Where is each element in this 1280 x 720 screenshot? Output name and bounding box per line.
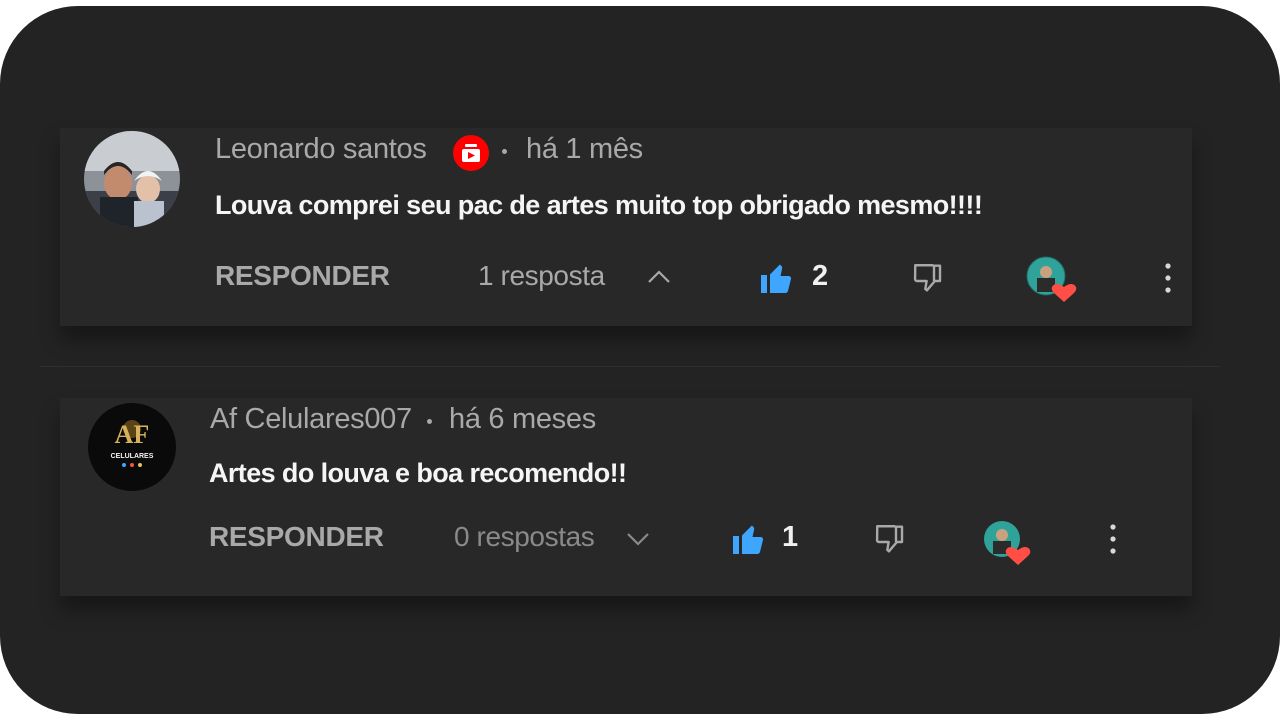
comment-divider — [40, 366, 1220, 367]
commenter-avatar[interactable] — [84, 131, 180, 227]
youtube-badge-icon — [453, 135, 489, 171]
thumbs-down-icon[interactable] — [910, 260, 946, 296]
more-vert-icon[interactable] — [1101, 521, 1125, 557]
comment-text: Louva comprei seu pac de artes muito top… — [215, 190, 983, 220]
comments-panel: Leonardo santos há 1 mês Louva comprei s… — [0, 6, 1280, 714]
comment-timestamp[interactable]: há 1 mês — [526, 133, 643, 166]
commenter-avatar[interactable]: AF CELULARES — [88, 403, 176, 491]
avatar-photo — [84, 131, 180, 227]
creator-heart-icon — [984, 521, 1031, 565]
avatar-logo: AF CELULARES — [88, 403, 176, 491]
avatar-initials: AF — [115, 420, 150, 449]
reply-button[interactable]: RESPONDER — [215, 260, 390, 292]
thumbs-down-icon[interactable] — [872, 521, 908, 557]
view-replies-toggle[interactable]: 1 resposta — [478, 260, 605, 292]
thumbs-up-icon[interactable] — [730, 521, 766, 557]
comment-author[interactable]: Af Celulares007 — [210, 403, 412, 436]
view-replies-toggle[interactable]: 0 respostas — [454, 521, 595, 553]
reply-button[interactable]: RESPONDER — [209, 521, 384, 553]
like-count: 1 — [782, 521, 799, 553]
like-count: 2 — [812, 260, 829, 292]
comment-text: Artes do louva e boa recomendo!! — [209, 458, 627, 488]
chevron-up-icon[interactable] — [646, 267, 672, 287]
more-vert-icon[interactable] — [1156, 260, 1180, 296]
creator-heart-icon — [1026, 256, 1077, 302]
separator-dot — [427, 419, 432, 424]
thumbs-up-icon[interactable] — [758, 260, 794, 296]
comment-author[interactable]: Leonardo santos — [215, 133, 427, 166]
avatar-brand-text: CELULARES — [111, 453, 154, 460]
separator-dot — [502, 149, 507, 154]
comment-timestamp[interactable]: há 6 meses — [449, 403, 596, 436]
chevron-down-icon[interactable] — [625, 529, 651, 549]
